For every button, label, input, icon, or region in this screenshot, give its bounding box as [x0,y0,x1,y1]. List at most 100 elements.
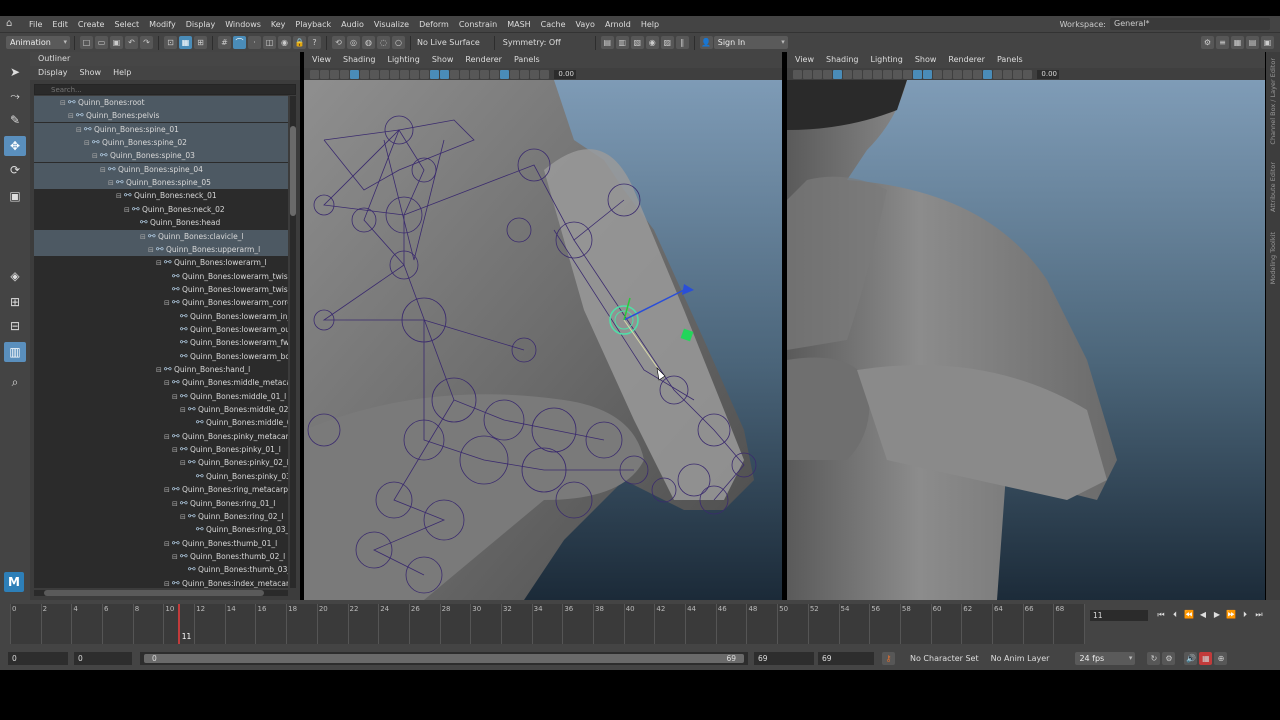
animation-end-field[interactable]: 69 [818,651,874,665]
gate-mask-icon[interactable] [863,69,872,79]
snap-point-icon[interactable]: · [248,36,261,49]
image-plane-icon[interactable] [823,69,832,79]
help-line-icon[interactable]: ? [308,36,321,49]
vp-menu-shading[interactable]: Shading [826,52,859,68]
playback-start-field[interactable]: 0 [74,651,132,665]
timeline-frames[interactable]: 0 2 4 6 8 10 12 14 16 18 20 22 24 26 28 30 32 34 36 38 40 42 4… [10,604,1085,644]
expand-toggle-icon[interactable]: ⊟ [180,404,188,417]
expand-toggle-icon[interactable]: ⊟ [76,124,84,137]
ipr-render-icon[interactable]: ◍ [362,36,375,49]
symmetry-dropdown[interactable]: Symmetry: Off [503,38,561,47]
wireframe-on-shaded-icon[interactable] [440,69,449,79]
smooth-shade-icon[interactable] [430,69,439,79]
undo-icon[interactable]: ↶ [125,36,138,49]
select-components-icon[interactable]: ⊞ [194,36,207,49]
expand-toggle-icon[interactable]: ⊟ [164,538,172,551]
vp-menu-lighting[interactable]: Lighting [387,52,419,68]
outliner-item[interactable]: ⊟ ⚯ Quinn_Bones:clavicle_l [34,229,288,244]
textured-icon[interactable] [933,69,942,79]
menu-deform[interactable]: Deform [414,20,454,29]
outliner-item[interactable]: ⊟ ⚯ Quinn_Bones:middle_02_l [34,403,288,416]
field-chart-icon[interactable] [390,69,399,79]
field-chart-icon[interactable] [873,69,882,79]
step-forward-frame-icon[interactable]: ⏵ [1238,608,1252,622]
resolution-gate-icon[interactable] [370,69,379,79]
outliner-item[interactable]: ⚯Quinn_Bones:middle_03_l [34,416,288,429]
expand-toggle-icon[interactable]: ⊟ [164,578,172,588]
shadows-icon[interactable] [470,69,479,79]
vp-menu-view[interactable]: View [795,52,814,68]
lasso-tool-icon[interactable]: ⤳ [4,86,26,106]
outliner-vscrollbar[interactable] [290,96,296,588]
attribute-editor-tab[interactable]: Attribute Editor [1269,162,1277,212]
scale-tool-icon[interactable]: ▣ [4,186,26,206]
expand-toggle-icon[interactable]: ⊟ [140,231,148,244]
vp-menu-show[interactable]: Show [432,52,454,68]
shadows-icon[interactable] [953,69,962,79]
channel-box-icon[interactable]: ▤ [1246,36,1259,49]
live-surface-label[interactable]: No Live Surface [417,38,480,47]
menuset-dropdown[interactable]: Animation [6,36,70,49]
exposure-value[interactable]: 0.00 [1037,69,1059,79]
redo-icon[interactable]: ↷ [140,36,153,49]
playback-end-field[interactable]: 69 [754,651,814,665]
camera-icon[interactable] [793,69,802,79]
playback-prefs-icon[interactable]: ⊕ [1214,651,1228,665]
menu-select[interactable]: Select [109,20,144,29]
outliner-item[interactable]: ⊟ ⚯ Quinn_Bones:pinky_02_l [34,456,288,469]
expand-toggle-icon[interactable]: ⊟ [172,551,180,564]
viewport-left[interactable]: View Shading Lighting Show Renderer Pane… [304,52,782,600]
safe-title-icon[interactable] [893,69,902,79]
outliner-item[interactable]: ⊟ ⚯ Quinn_Bones:middle_01_l [34,390,288,403]
outliner-item[interactable]: ⊟ ⚯ Quinn_Bones:hand_l [34,363,288,376]
render-icon[interactable]: ◎ [347,36,360,49]
fps-dropdown[interactable]: 24 fps [1075,651,1136,665]
go-to-start-icon[interactable]: ⏮ [1154,608,1168,622]
home-icon[interactable]: ⌂ [6,18,20,30]
select-objects-icon[interactable]: ▦ [179,36,192,49]
exposure-icon[interactable] [540,69,549,79]
vp-menu-renderer[interactable]: Renderer [948,52,985,68]
isolate-icon[interactable] [500,69,509,79]
play-forwards-icon[interactable]: ▶ [1210,608,1224,622]
make-live-icon[interactable]: ◉ [278,36,291,49]
smooth-shade-icon[interactable] [913,69,922,79]
wireframe-on-shaded-icon[interactable] [923,69,932,79]
outliner-item[interactable]: ⚯Quinn_Bones:lowerarm_bck_l [34,350,288,363]
viewport-right-canvas[interactable] [787,80,1265,600]
outliner-item[interactable]: ⊟ ⚯ Quinn_Bones:lowerarm_l [34,256,288,269]
snap-grid-icon[interactable]: # [218,36,231,49]
resolution-gate-icon[interactable] [853,69,862,79]
current-frame-field[interactable]: 11 [1090,609,1148,621]
menu-audio[interactable]: Audio [336,20,369,29]
expand-toggle-icon[interactable]: ⊟ [164,431,172,444]
film-gate-icon[interactable] [843,69,852,79]
menu-vayo[interactable]: Vayo [571,20,600,29]
four-view-icon[interactable]: ⊞ [4,292,26,312]
outliner-item[interactable]: ⚯Quinn_Bones:lowerarm_twist_01_l [34,283,288,296]
menu-file[interactable]: File [24,20,47,29]
scroll-thumb[interactable] [44,590,264,596]
isolate-icon[interactable] [983,69,992,79]
lock-icon[interactable]: 🔒 [293,36,306,49]
vp-menu-renderer[interactable]: Renderer [465,52,502,68]
outliner-menu-display[interactable]: Display [38,66,68,80]
save-scene-icon[interactable]: ▣ [110,36,123,49]
outliner-item[interactable]: ⊟ ⚯ Quinn_Bones:spine_02 [34,136,288,150]
outliner-item[interactable]: ⊟ ⚯ Quinn_Bones:spine_04 [34,162,288,176]
outliner-item[interactable]: ⚯ Quinn_Bones:ring_03_l [34,523,288,536]
panel-toggle-icon[interactable]: ▣ [1261,36,1274,49]
pause-icon[interactable]: ∥ [675,36,689,49]
menu-create[interactable]: Create [73,20,110,29]
hypershade-icon[interactable]: ○ [392,36,405,49]
menu-cache[interactable]: Cache [536,20,571,29]
aa-icon[interactable] [973,69,982,79]
play-backwards-icon[interactable]: ◀ [1196,608,1210,622]
outliner-item[interactable]: ⚯ Quinn_Bones:pinky_03_l [34,470,288,483]
aa-icon[interactable] [490,69,499,79]
workspace-dropdown[interactable]: General* [1110,18,1270,30]
wireframe-icon[interactable] [903,69,912,79]
animation-start-field[interactable]: 0 [8,651,68,665]
outliner-item[interactable]: ⊟ ⚯ Quinn_Bones:root [34,96,288,109]
sound-icon[interactable]: 🔊 [1184,651,1198,665]
